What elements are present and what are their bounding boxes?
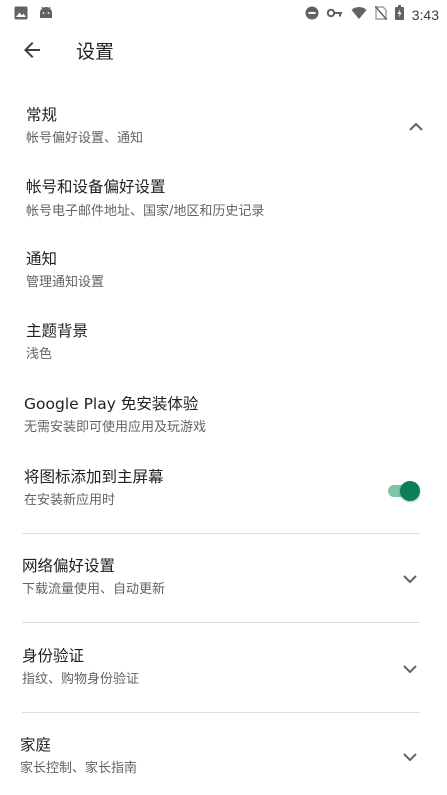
wifi-icon (351, 5, 367, 24)
section-network[interactable]: 网络偏好设置 下载流量使用、自动更新 (0, 548, 447, 608)
divider (22, 533, 420, 534)
setting-subtitle: 管理通知设置 (26, 275, 105, 290)
setting-title: 主题背景 (26, 322, 89, 340)
divider (22, 712, 420, 713)
setting-subtitle: 帐号电子邮件地址、国家/地区和历史记录 (26, 204, 265, 219)
divider (22, 622, 420, 623)
android-icon (38, 5, 54, 24)
section-subtitle: 帐号偏好设置、通知 (26, 131, 144, 146)
setting-title: 将图标添加到主屏幕 (24, 468, 164, 486)
setting-add-icon-home[interactable]: 将图标添加到主屏幕 在安装新应用时 (0, 460, 447, 516)
toggle-thumb (400, 481, 420, 501)
chevron-down-icon[interactable] (401, 570, 419, 588)
section-family[interactable]: 家庭 家长控制、家长指南 (0, 727, 447, 787)
setting-subtitle: 无需安装即可使用应用及玩游戏 (24, 420, 207, 435)
setting-subtitle: 浅色 (26, 347, 53, 362)
app-bar: 设置 (0, 28, 447, 72)
setting-instant-apps[interactable]: Google Play 免安装体验 无需安装即可使用应用及玩游戏 (0, 388, 447, 444)
page-title: 设置 (76, 41, 115, 63)
back-arrow-icon[interactable] (20, 38, 44, 62)
section-general[interactable]: 常规 帐号偏好设置、通知 (0, 98, 447, 154)
setting-theme[interactable]: 主题背景 浅色 (0, 315, 447, 371)
setting-title: 通知 (26, 250, 58, 268)
key-icon (326, 5, 343, 24)
section-title: 网络偏好设置 (22, 557, 116, 575)
section-subtitle: 下载流量使用、自动更新 (22, 582, 166, 597)
section-title: 常规 (26, 106, 58, 124)
no-sim-icon (374, 5, 388, 24)
setting-account-device[interactable]: 帐号和设备偏好设置 帐号电子邮件地址、国家/地区和历史记录 (0, 170, 447, 226)
section-title: 家庭 (20, 736, 52, 754)
section-subtitle: 家长控制、家长指南 (20, 761, 138, 776)
status-bar: 3:43 (0, 0, 447, 28)
setting-title: 帐号和设备偏好设置 (26, 178, 166, 196)
setting-title: Google Play 免安装体验 (24, 395, 199, 413)
section-authentication[interactable]: 身份验证 指纹、购物身份验证 (0, 638, 447, 698)
chevron-down-icon[interactable] (401, 660, 419, 678)
add-icon-toggle[interactable] (388, 481, 420, 501)
chevron-down-icon[interactable] (401, 748, 419, 766)
setting-subtitle: 在安装新应用时 (24, 493, 116, 508)
dnd-icon (305, 5, 319, 24)
section-subtitle: 指纹、购物身份验证 (22, 672, 140, 687)
clock: 3:43 (411, 6, 439, 23)
battery-icon (394, 5, 404, 24)
image-icon (14, 5, 28, 24)
chevron-up-icon[interactable] (407, 118, 425, 136)
setting-notifications[interactable]: 通知 管理通知设置 (0, 243, 447, 299)
section-title: 身份验证 (22, 647, 85, 665)
